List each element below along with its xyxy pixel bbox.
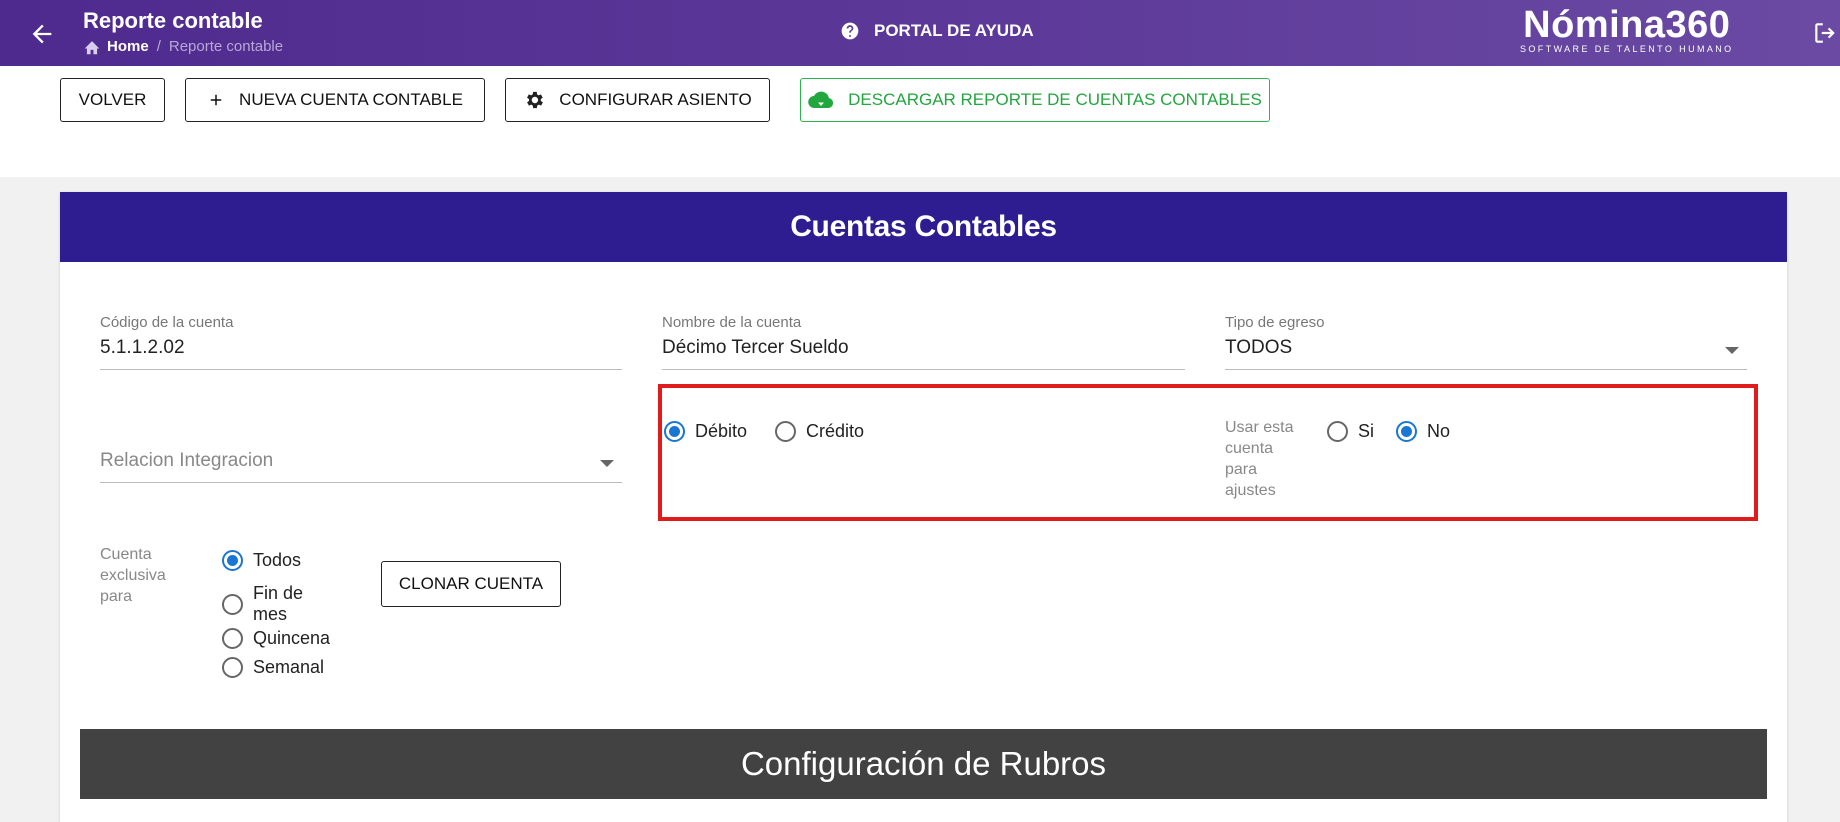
- account-name-field[interactable]: Nombre de la cuenta Décimo Tercer Sueldo: [662, 314, 1185, 370]
- new-account-label: NUEVA CUENTA CONTABLE: [239, 90, 463, 109]
- configure-entry-label: CONFIGURAR ASIENTO: [559, 90, 752, 109]
- radio-todos-label: Todos: [253, 550, 302, 570]
- home-icon: [84, 40, 100, 54]
- breadcrumb-home[interactable]: Home: [83, 38, 149, 55]
- radio-period-fin-mes[interactable]: Fin de mes: [222, 583, 303, 625]
- exclusive-account-label: Cuenta exclusiva para: [100, 544, 166, 607]
- rubros-section-header: Configuración de Rubros: [80, 729, 1767, 799]
- clone-account-button[interactable]: CLONAR CUENTA: [381, 561, 561, 607]
- radio-semanal-label: Semanal: [253, 657, 325, 677]
- radio-fin-mes-line: Fin de: [253, 583, 304, 603]
- accounts-card: Cuentas Contables Código de la cuenta 5.…: [60, 192, 1787, 822]
- exclusive-label-line: Cuenta: [100, 546, 152, 563]
- radio-fin-mes-indicator: [222, 594, 243, 615]
- help-icon: [841, 22, 859, 40]
- page-title: Reporte contable: [83, 8, 263, 33]
- exclusive-label-line: para: [100, 588, 133, 605]
- radio-fin-mes-line: mes: [253, 604, 288, 624]
- logo-brand: Nómina360: [1523, 4, 1731, 46]
- breadcrumb-current: Reporte contable: [168, 38, 284, 55]
- toolbar: VOLVER NUEVA CUENTA CONTABLE CONFIGURAR …: [0, 66, 1840, 177]
- breadcrumb-separator: /: [156, 38, 161, 55]
- radio-semanal-indicator: [222, 657, 243, 678]
- account-code-field[interactable]: Código de la cuenta 5.1.1.2.02: [100, 314, 622, 370]
- account-name-input[interactable]: Décimo Tercer Sueldo: [662, 337, 1185, 370]
- account-code-label: Código de la cuenta: [100, 314, 234, 331]
- exclusive-label-line: exclusiva: [100, 567, 166, 584]
- download-report-label: DESCARGAR REPORTE DE CUENTAS CONTABLES: [848, 90, 1262, 109]
- expense-type-value: TODOS: [1225, 337, 1293, 358]
- clone-account-label: CLONAR CUENTA: [398, 574, 544, 593]
- period-radio-group: Todos Fin de mes Quincena Semanal: [222, 550, 342, 683]
- breadcrumb: Home / Reporte contable: [83, 38, 283, 55]
- back-arrow-icon[interactable]: [28, 20, 56, 48]
- help-portal-link[interactable]: PORTAL DE AYUDA: [840, 21, 1034, 41]
- account-name-label: Nombre de la cuenta: [662, 314, 802, 331]
- breadcrumb-home-label: Home: [107, 38, 149, 55]
- radio-period-quincena[interactable]: Quincena: [222, 628, 330, 649]
- logo-tagline: SOFTWARE DE TALENTO HUMANO: [1520, 44, 1734, 54]
- chevron-down-icon: [1725, 347, 1739, 354]
- expense-type-select[interactable]: TODOS: [1225, 337, 1747, 370]
- radio-quincena-label: Quincena: [253, 628, 331, 648]
- radio-period-todos[interactable]: Todos: [222, 550, 301, 571]
- gear-icon: [527, 91, 544, 109]
- logo: Nómina360 SOFTWARE DE TALENTO HUMANO: [1520, 4, 1734, 54]
- radio-fin-mes-label: Fin de mes: [253, 583, 303, 625]
- new-account-button[interactable]: NUEVA CUENTA CONTABLE: [185, 78, 485, 122]
- volver-label: VOLVER: [78, 90, 147, 109]
- volver-button[interactable]: VOLVER: [60, 78, 165, 122]
- account-code-input[interactable]: 5.1.1.2.02: [100, 337, 622, 370]
- expense-type-label: Tipo de egreso: [1225, 314, 1325, 331]
- card-title: Cuentas Contables: [60, 192, 1787, 262]
- highlight-box: [658, 384, 1758, 521]
- top-bar: Reporte contable Home / Reporte contable…: [0, 0, 1840, 66]
- integration-relation-placeholder: Relacion Integracion: [100, 450, 274, 471]
- chevron-down-icon: [600, 460, 614, 467]
- integration-relation-select[interactable]: Relacion Integracion: [100, 450, 622, 483]
- radio-quincena-indicator: [222, 628, 243, 649]
- integration-relation-field[interactable]: Relacion Integracion: [100, 444, 622, 483]
- plus-icon: [210, 94, 222, 106]
- expense-type-field[interactable]: Tipo de egreso TODOS: [1225, 314, 1747, 370]
- logout-icon[interactable]: [1812, 20, 1838, 46]
- cloud-download-icon: [808, 91, 834, 109]
- radio-period-semanal[interactable]: Semanal: [222, 657, 324, 678]
- configure-entry-button[interactable]: CONFIGURAR ASIENTO: [505, 78, 770, 122]
- radio-todos-indicator: [222, 550, 243, 571]
- download-report-button[interactable]: DESCARGAR REPORTE DE CUENTAS CONTABLES: [800, 78, 1270, 122]
- help-label: PORTAL DE AYUDA: [874, 21, 1034, 40]
